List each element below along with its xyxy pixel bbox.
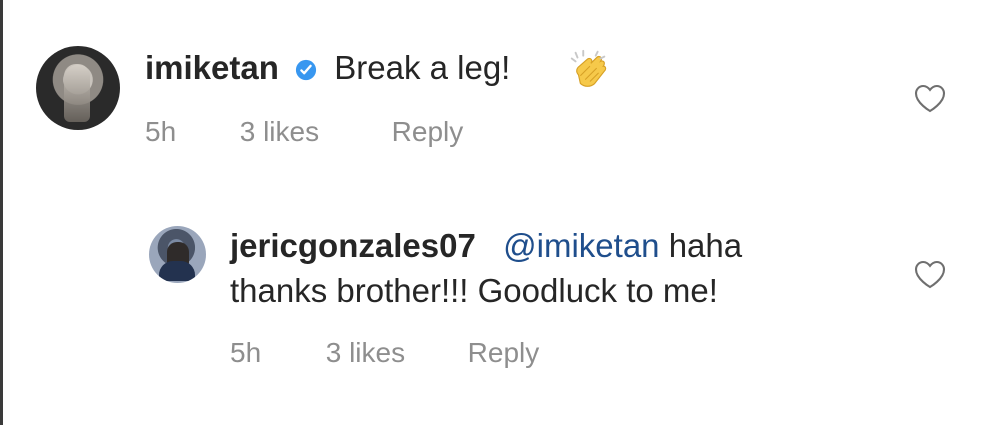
avatar[interactable] [36,46,120,130]
avatar[interactable] [149,226,206,283]
reply-button[interactable]: Reply [392,115,464,149]
reply-line-1: jericgonzales07 @imiketan haha [230,226,742,266]
verified-badge-icon [295,59,317,81]
comment-likes[interactable]: 3 likes [240,115,319,149]
reply-text-suffix: haha [668,227,743,264]
reply-likes[interactable]: 3 likes [326,336,405,370]
comments-panel: imiketan Break a leg! 5h 3 likes Reply j [0,0,1000,425]
comment-meta: 5h 3 likes Reply [145,115,463,149]
panel-left-border [0,0,3,425]
clapping-hands-icon [570,49,607,87]
heart-outline-icon[interactable] [913,259,947,290]
comment-time: 5h [145,116,177,147]
reply-line-2: thanks brother!!! Goodluck to me! [230,271,718,311]
comment-text: Break a leg! [334,49,511,86]
reply-button[interactable]: Reply [468,336,540,370]
comment-username[interactable]: imiketan [145,49,279,86]
heart-outline-icon[interactable] [913,83,947,114]
reply-username[interactable]: jericgonzales07 [230,227,476,264]
comment-line: imiketan Break a leg! [145,48,510,88]
reply-time: 5h [230,337,262,368]
reply-text: thanks brother!!! Goodluck to me! [230,272,718,309]
reply-meta: 5h 3 likes Reply [230,336,539,370]
mention-link[interactable]: @imiketan [503,227,659,264]
